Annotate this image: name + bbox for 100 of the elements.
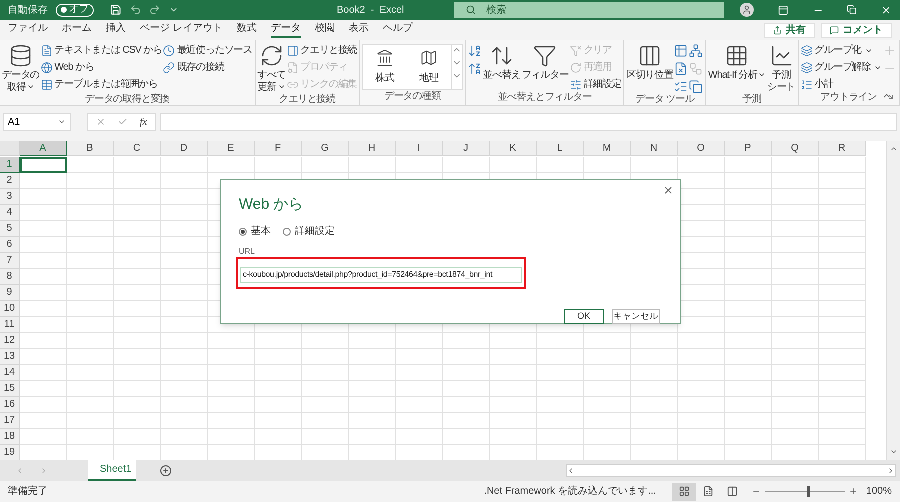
- grid-cell[interactable]: [443, 157, 490, 173]
- grid-cell[interactable]: [584, 429, 631, 445]
- grid-cell[interactable]: [631, 429, 678, 445]
- grid-cell[interactable]: [819, 157, 866, 173]
- grid-cell[interactable]: [302, 381, 349, 397]
- ribbon-small-button[interactable]: 最近使ったソース: [163, 44, 253, 58]
- row-header[interactable]: 6: [0, 237, 20, 253]
- grid-cell[interactable]: [725, 285, 772, 301]
- row-header[interactable]: 19: [0, 445, 20, 460]
- row-header[interactable]: 18: [0, 429, 20, 445]
- grid-cell[interactable]: [114, 173, 161, 189]
- grid-cell[interactable]: [20, 317, 67, 333]
- grid-cell[interactable]: [161, 189, 208, 205]
- grid-cell[interactable]: [819, 205, 866, 221]
- table-icon[interactable]: [674, 44, 688, 58]
- grid-cell[interactable]: [678, 365, 725, 381]
- row-header[interactable]: 2: [0, 173, 20, 189]
- ok-button[interactable]: OK: [564, 309, 604, 324]
- grid-cell[interactable]: [114, 189, 161, 205]
- grid-cell[interactable]: [114, 429, 161, 445]
- column-header[interactable]: F: [255, 141, 302, 156]
- grid-cell[interactable]: [114, 253, 161, 269]
- grid-cell[interactable]: [208, 429, 255, 445]
- grid-cell[interactable]: [20, 237, 67, 253]
- grid-cell[interactable]: [302, 157, 349, 173]
- grid-cell[interactable]: [772, 413, 819, 429]
- grid-cell[interactable]: [537, 157, 584, 173]
- grid-cell[interactable]: [161, 333, 208, 349]
- redo-icon[interactable]: [149, 4, 162, 16]
- grid-cell[interactable]: [349, 157, 396, 173]
- grid-cell[interactable]: [114, 333, 161, 349]
- grid-cell[interactable]: [396, 381, 443, 397]
- grid-cell[interactable]: [772, 317, 819, 333]
- column-header[interactable]: P: [725, 141, 772, 156]
- grid-cell[interactable]: [819, 413, 866, 429]
- grid-cell[interactable]: [20, 365, 67, 381]
- grid-cell[interactable]: [20, 269, 67, 285]
- grid-cell[interactable]: [20, 285, 67, 301]
- grid-cell[interactable]: [114, 237, 161, 253]
- cancel-button[interactable]: キャンセル: [612, 309, 660, 324]
- grid-cell[interactable]: [490, 349, 537, 365]
- grid-cell[interactable]: [396, 429, 443, 445]
- column-header[interactable]: E: [208, 141, 255, 156]
- grid-cell[interactable]: [490, 333, 537, 349]
- grid-cell[interactable]: [20, 413, 67, 429]
- grid-cell[interactable]: [114, 221, 161, 237]
- row-header[interactable]: 3: [0, 189, 20, 205]
- column-header[interactable]: O: [678, 141, 725, 156]
- grid-cell[interactable]: [678, 333, 725, 349]
- network-icon[interactable]: [689, 44, 704, 58]
- grid-cell[interactable]: [114, 365, 161, 381]
- grid-cell[interactable]: [819, 301, 866, 317]
- row-header[interactable]: 16: [0, 397, 20, 413]
- grid-cell[interactable]: [631, 365, 678, 381]
- grid-cell[interactable]: [255, 429, 302, 445]
- grid-cell[interactable]: [349, 397, 396, 413]
- column-header[interactable]: M: [584, 141, 631, 156]
- grid-cell[interactable]: [819, 365, 866, 381]
- grid-cell[interactable]: [67, 429, 114, 445]
- row-header[interactable]: 11: [0, 317, 20, 333]
- grid-cell[interactable]: [819, 333, 866, 349]
- url-input[interactable]: c-koubou.jp/products/detail.php?product_id=752464&pre=bct1874_bnr_int: [240, 266, 522, 282]
- grid-cell[interactable]: [396, 365, 443, 381]
- add-sheet-icon[interactable]: [160, 464, 172, 476]
- grid-cell[interactable]: [443, 349, 490, 365]
- row-header[interactable]: 17: [0, 413, 20, 429]
- insert-function-button[interactable]: fx: [140, 114, 148, 130]
- grid-cell[interactable]: [20, 397, 67, 413]
- grid-cell[interactable]: [114, 269, 161, 285]
- grid-cell[interactable]: [114, 413, 161, 429]
- grid-cell[interactable]: [537, 429, 584, 445]
- grid-cell[interactable]: [114, 205, 161, 221]
- formula-input[interactable]: [160, 113, 897, 131]
- grid-cell[interactable]: [208, 413, 255, 429]
- grid-cell[interactable]: [490, 413, 537, 429]
- grid-cell[interactable]: [20, 349, 67, 365]
- grid-cell[interactable]: [349, 381, 396, 397]
- mode-radio[interactable]: 詳細設定: [283, 224, 335, 239]
- grid-cell[interactable]: [20, 429, 67, 445]
- grid-cell[interactable]: [725, 157, 772, 173]
- grid-cell[interactable]: [584, 349, 631, 365]
- grid-cell[interactable]: [725, 205, 772, 221]
- row-header[interactable]: 14: [0, 365, 20, 381]
- vertical-scrollbar[interactable]: [886, 141, 900, 460]
- grid-cell[interactable]: [631, 413, 678, 429]
- grid-cell[interactable]: [772, 269, 819, 285]
- row-header[interactable]: 9: [0, 285, 20, 301]
- grid-cell[interactable]: [537, 413, 584, 429]
- grid-cell[interactable]: [161, 269, 208, 285]
- ribbon-small-button[interactable]: Web から: [40, 61, 162, 75]
- grid-cell[interactable]: [819, 189, 866, 205]
- grid-cell[interactable]: [114, 301, 161, 317]
- row-header[interactable]: 13: [0, 349, 20, 365]
- checklist-icon[interactable]: [674, 80, 688, 94]
- row-header[interactable]: 8: [0, 269, 20, 285]
- grid-cell[interactable]: [537, 365, 584, 381]
- grid-cell[interactable]: [678, 429, 725, 445]
- grid-cell[interactable]: [255, 365, 302, 381]
- grid-cell[interactable]: [67, 269, 114, 285]
- grid-cell[interactable]: [725, 381, 772, 397]
